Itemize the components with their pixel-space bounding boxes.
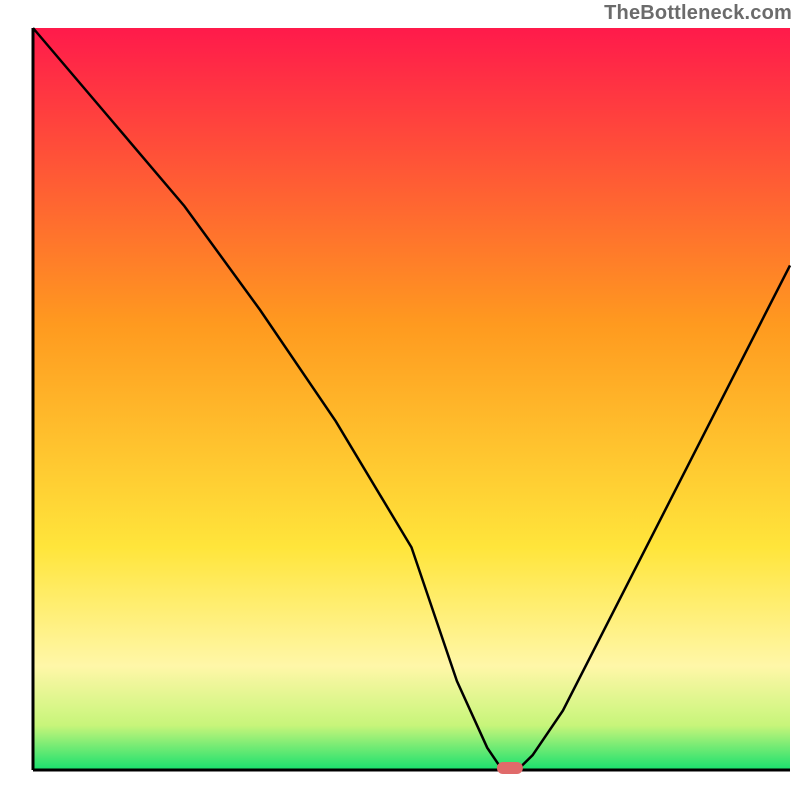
watermark-text: TheBottleneck.com (604, 2, 792, 25)
minimum-marker (497, 762, 523, 774)
bottleneck-chart (0, 0, 800, 800)
chart-container: TheBottleneck.com (0, 0, 800, 800)
plot-background (33, 28, 790, 770)
